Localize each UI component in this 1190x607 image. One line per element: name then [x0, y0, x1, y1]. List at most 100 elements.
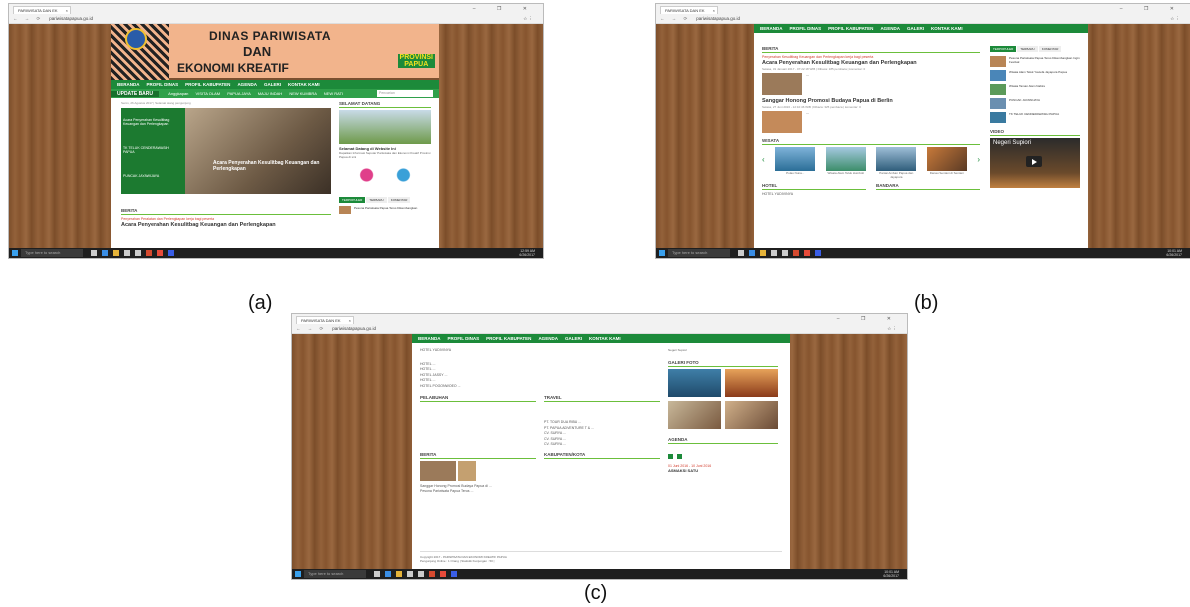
side-news-item[interactable]: PUNCAK JAYAWIJAYA [990, 98, 1080, 109]
news-title[interactable]: Sanggar Honong Promosi Budaya Papua di B… [762, 98, 980, 104]
side-news-item[interactable]: Wisata Alam Teluk Youtefa Jayapura Papua [990, 70, 1080, 81]
hotel-item[interactable]: HOTEL YUDIVINYA [420, 348, 660, 354]
close-icon[interactable]: × [349, 317, 351, 324]
back-forward-reload-icon[interactable]: ← → ⟳ [13, 16, 43, 21]
wisata-item[interactable]: Pantai Amban Papua dan Jayapura [876, 147, 917, 179]
chevron-right-icon[interactable] [677, 454, 683, 459]
nav-profil-kabupaten[interactable]: PROFIL KABUPATEN [486, 336, 531, 341]
close-icon[interactable]: × [66, 7, 68, 14]
app-icon[interactable] [804, 250, 810, 256]
chevron-left-icon[interactable]: ‹ [762, 155, 765, 164]
app-icon[interactable] [157, 250, 163, 256]
windows-start-icon[interactable] [12, 250, 18, 256]
side-news-item[interactable]: Pesona Pariwisata Papua Terus Dikembangk… [990, 56, 1080, 67]
app-icon[interactable] [749, 250, 755, 256]
gallery-photo[interactable] [668, 369, 721, 397]
address-bar[interactable]: ← → ⟳ pariwisatapapua.go.id ☆ ⋮ [13, 15, 539, 23]
browser-tab[interactable]: PARIWISATA DAN EK × [13, 6, 71, 14]
nav-profil-dinas[interactable]: PROFIL DINAS [147, 82, 179, 87]
hotel-item[interactable]: HOTEL YUDIVINYA [762, 192, 866, 198]
app-icon[interactable] [396, 571, 402, 577]
app-icon[interactable] [407, 571, 413, 577]
nav-galeri[interactable]: GALERI [907, 26, 924, 31]
browser-tab[interactable]: PARIWISATA DAN EK × [660, 6, 718, 14]
app-icon[interactable] [102, 250, 108, 256]
star-icon[interactable]: ☆ ⋮ [1170, 15, 1180, 23]
nav-kontak[interactable]: KONTAK KAMI [288, 82, 320, 87]
app-icon[interactable] [429, 571, 435, 577]
slider-item[interactable]: PUNCAK JAYAWIJAYA [123, 174, 181, 178]
tab-komentar[interactable]: KOMENTAR [1038, 46, 1062, 52]
ticker-item[interactable]: PAPUA JAYA [227, 91, 250, 96]
tab-terpopuler[interactable]: TERPOPULER [339, 197, 366, 203]
nav-agenda[interactable]: AGENDA [880, 26, 900, 31]
app-icon[interactable] [113, 250, 119, 256]
app-icon[interactable] [168, 250, 174, 256]
star-icon[interactable]: ☆ ⋮ [887, 325, 897, 333]
wisata-item[interactable]: Wisata Alam Teluk Humbolt [825, 147, 866, 179]
news-title[interactable]: Acara Penyerahan Kesulitbag Keuangan dan… [762, 60, 980, 66]
ticker-item[interactable]: NEW KUMBRA [289, 91, 316, 96]
chevron-right-icon[interactable]: › [977, 155, 980, 164]
app-icon[interactable] [124, 250, 130, 256]
nav-profil-kabupaten[interactable]: PROFIL KABUPATEN [828, 26, 873, 31]
wisata-item[interactable]: Pulau Nuna... [775, 147, 816, 179]
ticker-item[interactable]: Anggkapan [168, 91, 188, 96]
search-input[interactable]: Pencarian [377, 90, 433, 97]
browser-tab[interactable]: PARIWISATA DAN EK × [296, 316, 354, 324]
gallery-photo[interactable] [725, 401, 778, 429]
news-link[interactable]: Pesona Pariwisata Papua Terus ... [420, 489, 536, 495]
nav-beranda[interactable]: BERANDA [117, 82, 140, 87]
app-icon[interactable] [451, 571, 457, 577]
window-controls[interactable]: – ❐ ✕ [837, 316, 901, 322]
app-icon[interactable] [146, 250, 152, 256]
app-icon[interactable] [385, 571, 391, 577]
system-clock[interactable]: 12:59 AM 6/26/2017 [519, 249, 535, 257]
tab-komentar[interactable]: KOMENTAR [387, 197, 411, 203]
address-bar[interactable]: ← → ⟳ pariwisatapapua.go.id ☆ ⋮ [660, 15, 1186, 23]
video-title[interactable]: Negeri Supiori [668, 348, 778, 352]
gallery-photo[interactable] [668, 401, 721, 429]
ticker-item[interactable]: MAJU INDAH [258, 91, 282, 96]
nav-profil-dinas[interactable]: PROFIL DINAS [790, 26, 822, 31]
windows-start-icon[interactable] [295, 571, 301, 577]
agenda-title[interactable]: ASMAKSI SATU [668, 468, 778, 473]
app-icon[interactable] [440, 571, 446, 577]
nav-profil-kabupaten[interactable]: PROFIL KABUPATEN [185, 82, 230, 87]
side-news-item[interactable]: Pesona Pariwisata Papua Terus Dikembangk… [339, 206, 431, 214]
nav-beranda[interactable]: BERANDA [418, 336, 441, 341]
chevron-left-icon[interactable] [668, 454, 673, 459]
side-news-item[interactable]: TK TELUK CENDERAWASIH PAPUA [990, 112, 1080, 123]
address-bar[interactable]: ← → ⟳ pariwisatapapua.go.id ☆ ⋮ [296, 325, 903, 333]
nav-galeri[interactable]: GALERI [264, 82, 281, 87]
nav-agenda[interactable]: AGENDA [538, 336, 558, 341]
back-forward-reload-icon[interactable]: ← → ⟳ [660, 16, 690, 21]
app-icon[interactable] [782, 250, 788, 256]
back-forward-reload-icon[interactable]: ← → ⟳ [296, 326, 326, 331]
ticker-item[interactable]: NEW RATI [324, 91, 343, 96]
taskbar-search[interactable]: Type here to search [304, 570, 366, 578]
tab-terpopuler[interactable]: TERPOPULER [990, 46, 1017, 52]
news-title[interactable]: Acara Penyerahan Kesulitbag Keuangan dan… [121, 222, 331, 228]
app-icon[interactable] [771, 250, 777, 256]
system-clock[interactable]: 10:01 AM 6/26/2017 [883, 570, 899, 578]
app-icon[interactable] [374, 571, 380, 577]
tab-terbaru[interactable]: TERBARU [366, 197, 387, 203]
window-controls[interactable]: – ❐ ✕ [1120, 6, 1184, 12]
app-icon[interactable] [91, 250, 97, 256]
system-clock[interactable]: 10:01 AM 6/26/2017 [1166, 249, 1182, 257]
windows-start-icon[interactable] [659, 250, 665, 256]
nav-profil-dinas[interactable]: PROFIL DINAS [448, 336, 480, 341]
app-icon[interactable] [418, 571, 424, 577]
app-icon[interactable] [815, 250, 821, 256]
gallery-photo[interactable] [725, 369, 778, 397]
window-controls[interactable]: – ❐ ✕ [473, 6, 537, 12]
nav-galeri[interactable]: GALERI [565, 336, 582, 341]
taskbar-search[interactable]: Type here to search [668, 249, 730, 257]
taskbar-search[interactable]: Type here to search [21, 249, 83, 257]
nav-kontak[interactable]: KONTAK KAMI [931, 26, 963, 31]
slider-item[interactable]: Acara Penyerahan Kesulitbag Keuangan dan… [123, 118, 181, 126]
star-icon[interactable]: ☆ ⋮ [523, 15, 533, 23]
side-news-item[interactable]: Wisata Taman Alam Nabire [990, 84, 1080, 95]
video-player[interactable]: Negeri Supiori [990, 138, 1080, 188]
